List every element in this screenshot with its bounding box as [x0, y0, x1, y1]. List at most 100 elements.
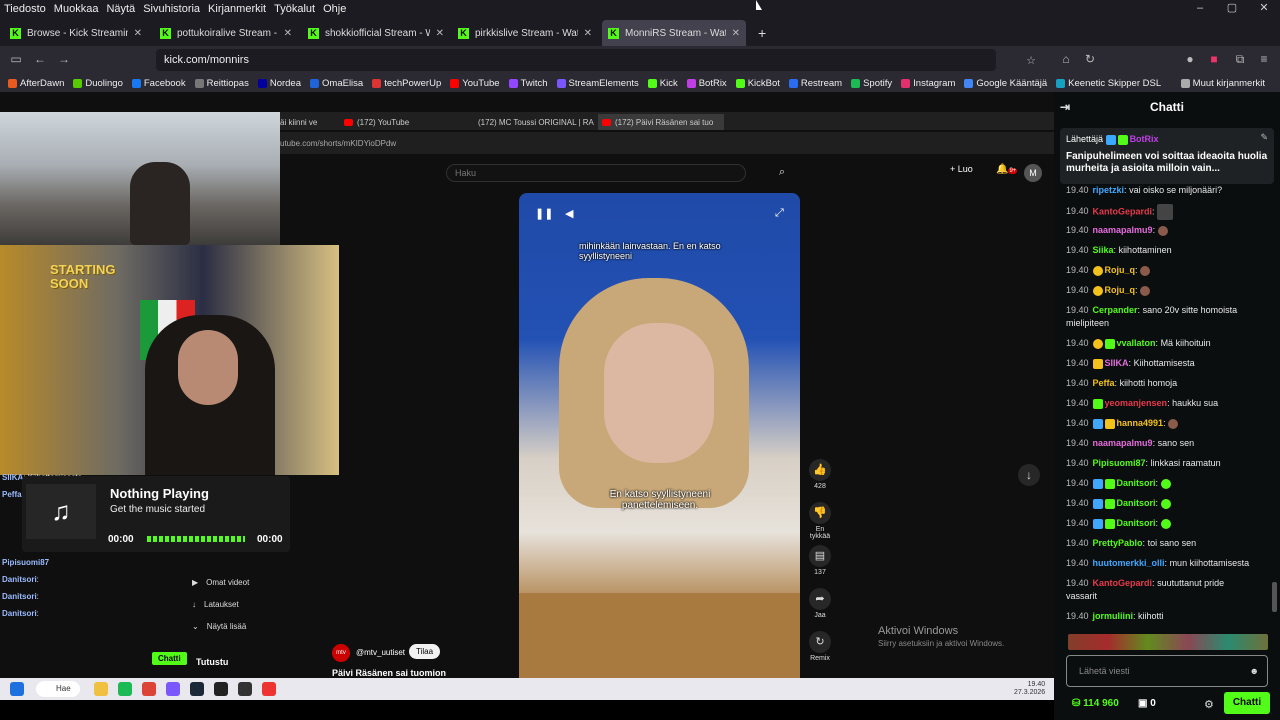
- maximize-icon[interactable]: ▢: [1216, 0, 1248, 18]
- bookmark-nordea[interactable]: Nordea: [257, 78, 301, 89]
- webcam-top: [0, 112, 280, 245]
- bookmark-instagram[interactable]: Instagram: [901, 78, 955, 89]
- chat-message: 19.40 Cerpander: sano 20v sitte homoista: [1066, 305, 1238, 315]
- youtube-icon: [602, 118, 611, 126]
- bookmark-keenetic[interactable]: Keenetic Skipper DSL: [1056, 78, 1161, 89]
- close-icon[interactable]: ✕: [1248, 0, 1280, 18]
- menu-item-edit[interactable]: Muokkaa: [54, 3, 99, 15]
- captured-taskbar: Hae 19.40 27.3.2026: [0, 678, 1054, 700]
- twitch-icon: [508, 78, 518, 88]
- extensions-icon[interactable]: ⧉: [1232, 51, 1248, 67]
- bookmark-reittiopas[interactable]: Reittiopas: [194, 78, 249, 89]
- window-controls: – ▢ ✕: [1184, 0, 1280, 18]
- home-icon[interactable]: ⌂: [1058, 51, 1074, 67]
- tab-pottukoiralive[interactable]: Kpottukoiralive Stream - Wat ✕: [154, 20, 298, 46]
- menu-item-view[interactable]: Näytä: [106, 3, 135, 15]
- bookmark-twitch[interactable]: Twitch: [508, 78, 548, 89]
- thumbs-up-icon: 👍: [809, 459, 831, 481]
- tab-close-icon[interactable]: ✕: [284, 28, 292, 39]
- music-widget: ♫ Nothing Playing Get the music started …: [22, 476, 290, 552]
- emote-icon: [1157, 225, 1168, 236]
- bookmark-duolingo[interactable]: Duolingo: [73, 78, 123, 89]
- bookmark-kickbot[interactable]: KickBot: [735, 78, 780, 89]
- bookmark-botrix[interactable]: BotRix: [686, 78, 727, 89]
- viewer-count: ⛁ 114 960: [1072, 698, 1119, 709]
- chat-message: 19.40 naamapalmu9:: [1066, 224, 1170, 236]
- emoji-icon[interactable]: ☻: [1250, 656, 1259, 686]
- chat-message: 19.40 ripetzki: vai oisko se miljonääri?: [1066, 185, 1223, 195]
- activate-windows-title: Aktivoi Windows: [878, 625, 959, 637]
- app-menu-icon[interactable]: ≡: [1256, 51, 1272, 67]
- tab-title: pottukoiralive Stream - Wat: [177, 27, 278, 39]
- menu-item-file[interactable]: Tiedosto: [4, 3, 46, 15]
- video-caption-bottom: En katso syyllistyneeni panettelemiseen.: [609, 489, 711, 511]
- bookmark-techpowerup[interactable]: techPowerUp: [372, 78, 441, 89]
- tab-browse[interactable]: K Browse - Kick Streaming ✕: [4, 20, 148, 46]
- comment-button: ▤ 137: [808, 545, 832, 576]
- bookmark-afterdawn[interactable]: AfterDawn: [8, 78, 64, 89]
- tab-monnirs[interactable]: K MonniRS Stream - Watch Li ✕: [602, 20, 746, 46]
- unpin-icon[interactable]: ✎: [1260, 132, 1268, 143]
- captured-tab: äi kiinni ve: [280, 117, 318, 127]
- captured-sidebar-item: ▶ Omat videot: [192, 578, 250, 587]
- dislike-button: 👎 En tykkää: [808, 502, 832, 540]
- bookmark-google-translate[interactable]: Google Kääntäjä: [964, 78, 1047, 89]
- bookmark-restream[interactable]: Restream: [788, 78, 842, 89]
- taskbar-clock: 19.40 27.3.2026: [1014, 681, 1046, 696]
- chat-message: 19.40 jormuliini: kiihotti: [1066, 611, 1164, 621]
- menu-item-bookmarks[interactable]: Kirjanmerkit: [208, 3, 266, 15]
- chat-message: 19.40 Pipisuomi87: linkkasi raamatun: [1066, 458, 1221, 468]
- stream-video[interactable]: äi kiinni ve (172) YouTube (172) MC Tous…: [0, 92, 1054, 678]
- send-chat-button[interactable]: Chatti: [1224, 692, 1270, 714]
- google-translate-icon: [964, 78, 974, 88]
- bookmark-kick[interactable]: Kick: [647, 78, 678, 89]
- settings-gear-icon[interactable]: ⚙: [1204, 698, 1214, 711]
- app-icon: [238, 682, 252, 696]
- new-tab-button[interactable]: +: [752, 20, 774, 46]
- reload-icon[interactable]: ↻: [1082, 51, 1098, 67]
- minimize-icon[interactable]: –: [1184, 0, 1216, 18]
- captured-sidebar-item: ⌄ Näytä lisää: [192, 622, 247, 631]
- duolingo-icon: [73, 78, 83, 88]
- video-title: Päivi Räsänen sai tuomion: [332, 668, 447, 678]
- tab-shokkiofficial[interactable]: Kshokkiofficial Stream - Watc ✕: [302, 20, 450, 46]
- bookmark-other-folder[interactable]: Muut kirjanmerkit: [1180, 78, 1265, 89]
- tab-close-icon[interactable]: ✕: [584, 28, 592, 39]
- bookmark-streamelements[interactable]: StreamElements: [556, 78, 639, 89]
- sidebar-toggle-icon[interactable]: ▭: [8, 51, 24, 67]
- captured-sidebar-footer: Tutustu: [196, 657, 229, 667]
- address-bar[interactable]: kick.com/monnirs ☆: [156, 49, 1036, 71]
- chat-message: 19.40 Siika: kiihottaminen: [1066, 245, 1172, 255]
- menu-item-help[interactable]: Ohje: [323, 3, 346, 15]
- account-icon[interactable]: ●: [1182, 51, 1198, 67]
- chat-message: 19.40 Danitsori:: [1066, 477, 1173, 489]
- back-icon[interactable]: ←: [32, 51, 48, 67]
- pinned-sender: Lähettäjä BotRix: [1066, 134, 1159, 145]
- app-icon: [262, 682, 276, 696]
- collapse-chat-icon[interactable]: ⇥: [1060, 100, 1070, 114]
- tab-close-icon[interactable]: ✕: [732, 28, 740, 39]
- chat-input[interactable]: Lähetä viesti ☻: [1066, 655, 1268, 687]
- bookmark-spotify[interactable]: Spotify: [851, 78, 892, 89]
- bookmark-omaelisa[interactable]: OmaElisa: [310, 78, 363, 89]
- channel-points[interactable]: ▣ 0: [1138, 698, 1156, 709]
- menu-item-history[interactable]: Sivuhistoria: [143, 3, 200, 15]
- extension-icon[interactable]: ■: [1206, 51, 1222, 67]
- menu-item-tools[interactable]: Työkalut: [274, 3, 315, 15]
- chat-scrollbar[interactable]: [1272, 582, 1277, 612]
- forward-icon[interactable]: →: [56, 51, 72, 67]
- webcam-person: [130, 162, 190, 245]
- bookmark-youtube[interactable]: YouTube: [450, 78, 500, 89]
- chat-header: ⇥ Chatti: [1054, 92, 1280, 122]
- tab-close-icon[interactable]: ✕: [436, 28, 444, 39]
- kickbot-icon: [735, 78, 745, 88]
- spotify-icon: [118, 682, 132, 696]
- tab-close-icon[interactable]: ✕: [134, 28, 142, 39]
- tab-pirkkislive[interactable]: Kpirkkislive Stream - Watch L ✕: [452, 20, 598, 46]
- volume-icon: ◀: [565, 208, 574, 220]
- bookmark-facebook[interactable]: Facebook: [131, 78, 186, 89]
- bookmark-star-icon[interactable]: ☆: [1026, 54, 1036, 67]
- pinned-message[interactable]: Lähettäjä BotRix Fanipuhelimeen voi soit…: [1060, 128, 1274, 184]
- instagram-icon: [901, 78, 911, 88]
- webcam-main: STARTING SOON: [0, 245, 339, 475]
